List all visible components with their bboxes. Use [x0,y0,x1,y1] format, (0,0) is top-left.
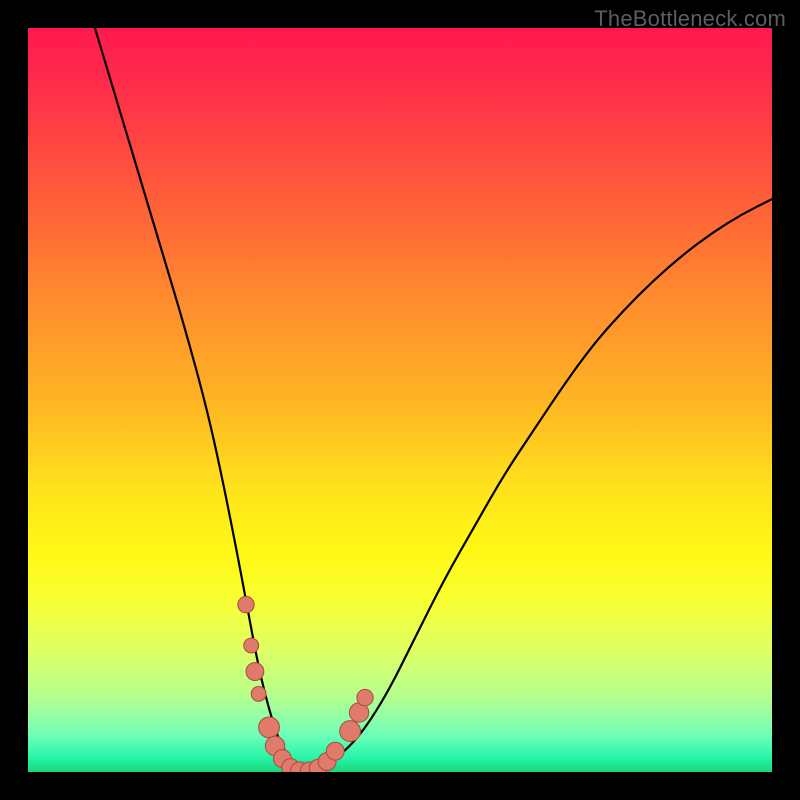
chart-frame: TheBottleneck.com [0,0,800,800]
curve-marker [246,663,264,681]
curve-marker [326,742,344,760]
bottleneck-curve [95,28,772,769]
curve-marker [357,689,373,705]
curve-marker [340,721,361,742]
curve-marker [238,596,254,612]
chart-svg [28,28,772,772]
curve-markers [238,596,373,772]
curve-marker [259,717,280,738]
watermark-text: TheBottleneck.com [594,6,786,32]
curve-marker [244,638,259,653]
plot-area [28,28,772,772]
curve-marker [251,686,266,701]
